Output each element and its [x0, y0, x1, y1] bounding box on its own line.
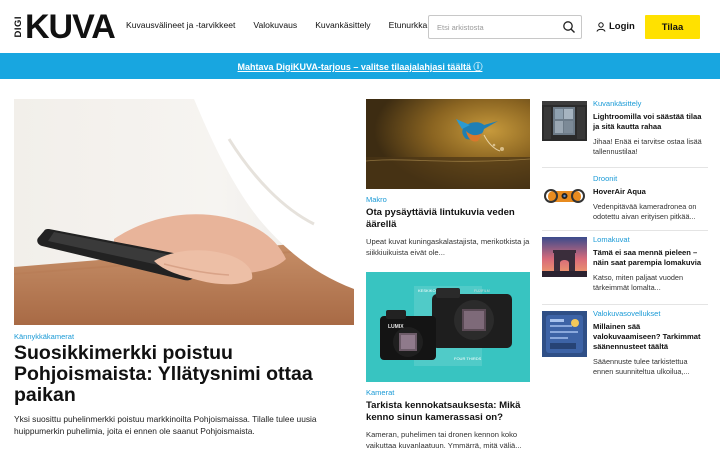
article-summary: Upeat kuvat kuningaskalastajista, meriko… [366, 237, 530, 257]
side-summary: Vedenpitävää kameradronea on odotettu ai… [593, 202, 697, 221]
user-icon [596, 21, 606, 32]
login-link[interactable]: Login [596, 21, 635, 32]
subscribe-button[interactable]: Tilaa [645, 15, 700, 39]
side-article-lightroom: Kuvankäsittely Lightroomilla voi säästää… [542, 99, 708, 165]
site-logo[interactable]: DIGI KUVA [13, 8, 116, 46]
side-summary: Sääennuste tulee tarkistettua ennen suun… [593, 357, 690, 376]
side-category[interactable]: Droonit [593, 174, 708, 183]
main-nav: Kuvausvälineet ja -tarvikkeet Valokuvaus… [126, 20, 445, 30]
article-title[interactable]: Ota pysäyttäviä lintukuvia veden äärellä [366, 207, 530, 231]
side-category[interactable]: Valokuvasovellukset [593, 309, 708, 318]
article-image-kingfisher[interactable] [366, 99, 530, 189]
hero-category[interactable]: Kännykkäkamerat [14, 332, 74, 341]
search-input[interactable] [437, 17, 565, 37]
side-category[interactable]: Kuvankäsittely [593, 99, 708, 108]
nav-item-kuvankasittely[interactable]: Kuvankäsittely [315, 20, 370, 30]
article-summary: Kameran, puhelimen tai dronen kennon kok… [366, 430, 522, 450]
side-thumb-arch[interactable] [542, 237, 587, 277]
login-label: Login [609, 21, 635, 32]
site-header: DIGI KUVA Kuvausvälineet ja -tarvikkeet … [0, 0, 720, 53]
search-box [428, 15, 582, 39]
logo-digi: DIGI [13, 16, 24, 38]
nav-item-etunurkka[interactable]: Etunurkka [389, 20, 428, 30]
nav-item-kuvausvalineet[interactable]: Kuvausvälineet ja -tarvikkeet [126, 20, 235, 30]
side-title[interactable]: HoverAir Aqua [593, 187, 708, 197]
side-title[interactable]: Lightroomilla voi säästää tilaa ja sitä … [593, 112, 708, 132]
side-title[interactable]: Tämä ei saa mennä pieleen – näin saat pa… [593, 248, 708, 268]
article-card-kennokatsaus: KESKIKOKO FOUR THIRDS FUJIFILM LUMIX Kam… [366, 272, 530, 451]
side-title[interactable]: Millainen sää valokuvaamiseen? Tarkimmat… [593, 322, 708, 352]
side-thumb-drone[interactable] [542, 176, 587, 216]
article-image-cameras[interactable]: KESKIKOKO FOUR THIRDS FUJIFILM LUMIX [366, 272, 530, 382]
hero-summary: Yksi suosittu puhelinmerkki poistuu mark… [14, 414, 317, 436]
side-thumb-lightroom[interactable] [542, 101, 587, 141]
promo-banner: Mahtava DigiKUVA-tarjous – valitse tilaa… [0, 53, 720, 79]
side-article-saa: Valokuvasovellukset Millainen sää valoku… [542, 309, 708, 379]
side-article-lomakuvat: Lomakuvat Tämä ei saa mennä pieleen – nä… [542, 235, 708, 301]
article-category[interactable]: Kamerat [366, 388, 530, 397]
side-article-hoverair: Droonit HoverAir Aqua Vedenpitävää kamer… [542, 174, 708, 232]
article-category[interactable]: Makro [366, 195, 530, 204]
logo-kuva: KUVA [25, 8, 116, 46]
hero-image[interactable] [14, 99, 354, 325]
promo-link[interactable]: Mahtava DigiKUVA-tarjous – valitse tilaa… [238, 60, 483, 73]
box-label-right: FOUR THIRDS [454, 356, 482, 361]
hero-title[interactable]: Suosikkimerkki poistuu Pohjoismaista: Yl… [14, 343, 354, 406]
divider [542, 167, 708, 168]
nav-item-valokuvaus[interactable]: Valokuvaus [253, 20, 297, 30]
side-category[interactable]: Lomakuvat [593, 235, 708, 244]
article-card-lintukuvat: Makro Ota pysäyttäviä lintukuvia veden ä… [366, 99, 530, 258]
divider [542, 304, 708, 305]
side-summary: Jihaa! Enää ei tarvitse ostaa lisää tall… [593, 137, 702, 156]
side-summary: Katso, miten paljaat vuoden tärkeimmät l… [593, 273, 684, 292]
camera-brand-right: FUJIFILM [474, 289, 490, 293]
article-title[interactable]: Tarkista kennokatsauksesta: Mikä kenno s… [366, 400, 530, 424]
side-thumb-weather-app[interactable] [542, 311, 587, 357]
divider [542, 230, 708, 231]
search-icon[interactable] [562, 20, 576, 34]
